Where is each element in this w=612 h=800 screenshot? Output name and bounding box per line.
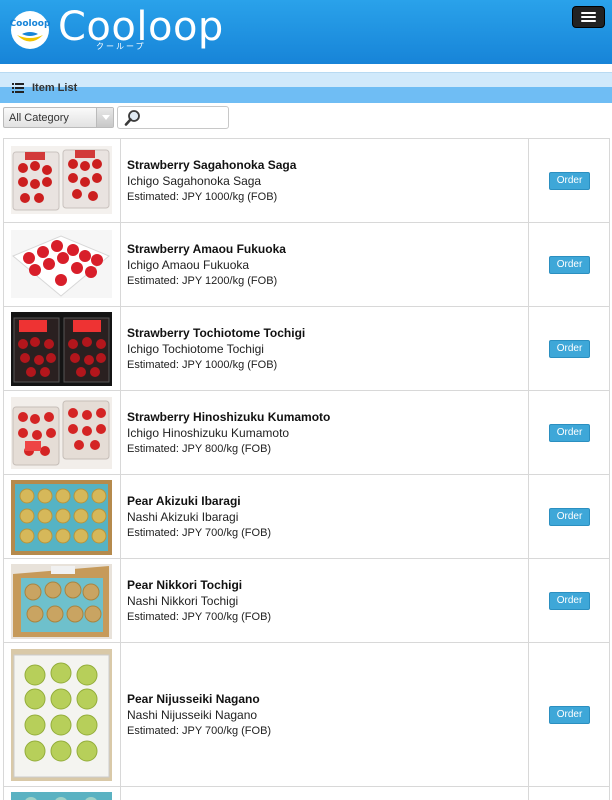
strawberry-pack-image[interactable] xyxy=(11,397,112,469)
strawberry-pack-image[interactable] xyxy=(11,230,112,298)
table-row: Strawberry Hinoshizuku Kumamoto Ichigo H… xyxy=(3,391,610,475)
order-button[interactable]: Order xyxy=(549,340,590,358)
logo-badge-text: Cooloop xyxy=(10,19,50,29)
item-list-title: Item List xyxy=(32,82,78,94)
cooloop-logo-icon: Cooloop xyxy=(10,11,50,49)
item-image-cell xyxy=(4,643,121,786)
order-cell xyxy=(529,787,609,800)
order-cell: Order xyxy=(529,643,609,786)
item-subtitle: Ichigo Sagahonoka Saga xyxy=(127,174,262,188)
item-info-cell: Strawberry Sagahonoka Saga Ichigo Sagaho… xyxy=(121,139,529,222)
order-button[interactable]: Order xyxy=(549,256,590,274)
order-cell: Order xyxy=(529,223,609,306)
item-image-cell xyxy=(4,307,121,390)
app-logo-subtitle: クーループ xyxy=(96,42,146,51)
item-info-cell: Strawberry Hinoshizuku Kumamoto Ichigo H… xyxy=(121,391,529,474)
item-image-cell xyxy=(4,391,121,474)
item-info-cell: Pear Akizuki Ibaragi Nashi Akizuki Ibara… xyxy=(121,475,529,558)
app-header: Cooloop Cooloop クーループ xyxy=(0,0,612,64)
search-input[interactable] xyxy=(144,109,224,126)
table-row: Pear Nijusseiki Nagano Nashi Nijusseiki … xyxy=(3,643,610,787)
item-price: Estimated: JPY 700/kg (FOB) xyxy=(127,611,272,623)
table-row: Strawberry Sagahonoka Saga Ichigo Sagaho… xyxy=(3,139,610,223)
item-name[interactable]: Pear Nikkori Tochigi xyxy=(127,577,271,593)
item-image-cell xyxy=(4,223,121,306)
hamburger-menu-icon[interactable] xyxy=(572,6,605,28)
table-row: Strawberry Tochiotome Tochigi Ichigo Toc… xyxy=(3,307,610,391)
item-name[interactable]: Strawberry Tochiotome Tochigi xyxy=(127,325,305,341)
order-cell: Order xyxy=(529,559,609,642)
item-price: Estimated: JPY 700/kg (FOB) xyxy=(127,527,272,539)
item-info-cell: Pear Nikkori Tochigi Nashi Nikkori Tochi… xyxy=(121,559,529,642)
item-subtitle: Nashi Nijusseiki Nagano xyxy=(127,708,258,722)
item-price: Estimated: JPY 1000/kg (FOB) xyxy=(127,191,278,203)
item-price: Estimated: JPY 1000/kg (FOB) xyxy=(127,359,278,371)
strawberry-pack-image[interactable] xyxy=(11,312,112,386)
category-selected-label: All Category xyxy=(9,112,69,124)
order-cell: Order xyxy=(529,391,609,474)
item-subtitle: Ichigo Hinoshizuku Kumamoto xyxy=(127,426,290,440)
item-name[interactable]: Strawberry Sagahonoka Saga xyxy=(127,157,296,173)
pear-box-image[interactable] xyxy=(11,564,112,639)
item-name[interactable]: Strawberry Amaou Fukuoka xyxy=(127,241,286,257)
item-info-cell: Strawberry Tochiotome Tochigi Ichigo Toc… xyxy=(121,307,529,390)
item-image-cell xyxy=(4,787,121,800)
table-row: Pear Nikkori Tochigi Nashi Nikkori Tochi… xyxy=(3,559,610,643)
item-image-cell xyxy=(4,475,121,558)
item-price: Estimated: JPY 700/kg (FOB) xyxy=(127,725,272,737)
table-row xyxy=(3,787,610,800)
item-subtitle: Nashi Nikkori Tochigi xyxy=(127,594,239,608)
item-name[interactable]: Strawberry Hinoshizuku Kumamoto xyxy=(127,409,330,425)
order-button[interactable]: Order xyxy=(549,508,590,526)
item-image-cell xyxy=(4,139,121,222)
search-icon xyxy=(124,110,140,126)
item-info-cell xyxy=(121,787,529,800)
item-price: Estimated: JPY 800/kg (FOB) xyxy=(127,443,272,455)
item-image-cell xyxy=(4,559,121,642)
item-list-header: Item List xyxy=(0,72,612,103)
item-subtitle: Ichigo Amaou Fukuoka xyxy=(127,258,250,272)
item-name[interactable]: Pear Akizuki Ibaragi xyxy=(127,493,271,509)
table-row: Strawberry Amaou Fukuoka Ichigo Amaou Fu… xyxy=(3,223,610,307)
category-select[interactable]: All Category xyxy=(3,107,114,128)
order-cell: Order xyxy=(529,139,609,222)
table-row: Pear Akizuki Ibaragi Nashi Akizuki Ibara… xyxy=(3,475,610,559)
order-button[interactable]: Order xyxy=(549,172,590,190)
item-name[interactable]: Pear Nijusseiki Nagano xyxy=(127,691,271,707)
order-cell: Order xyxy=(529,307,609,390)
order-button[interactable]: Order xyxy=(549,424,590,442)
product-image[interactable] xyxy=(11,792,112,800)
item-subtitle: Nashi Akizuki Ibaragi xyxy=(127,510,239,524)
chevron-down-icon[interactable] xyxy=(96,108,113,127)
order-button[interactable]: Order xyxy=(549,706,590,724)
item-info-cell: Strawberry Amaou Fukuoka Ichigo Amaou Fu… xyxy=(121,223,529,306)
list-icon xyxy=(12,83,24,93)
item-table: Strawberry Sagahonoka Saga Ichigo Sagaho… xyxy=(3,138,610,800)
pear-box-image[interactable] xyxy=(11,480,112,555)
order-cell: Order xyxy=(529,475,609,558)
strawberry-pack-image[interactable] xyxy=(11,146,112,214)
search-box[interactable] xyxy=(117,106,229,129)
pear-box-image[interactable] xyxy=(11,649,112,781)
item-price: Estimated: JPY 1200/kg (FOB) xyxy=(127,275,278,287)
order-button[interactable]: Order xyxy=(549,592,590,610)
item-info-cell: Pear Nijusseiki Nagano Nashi Nijusseiki … xyxy=(121,643,529,786)
item-subtitle: Ichigo Tochiotome Tochigi xyxy=(127,342,264,356)
